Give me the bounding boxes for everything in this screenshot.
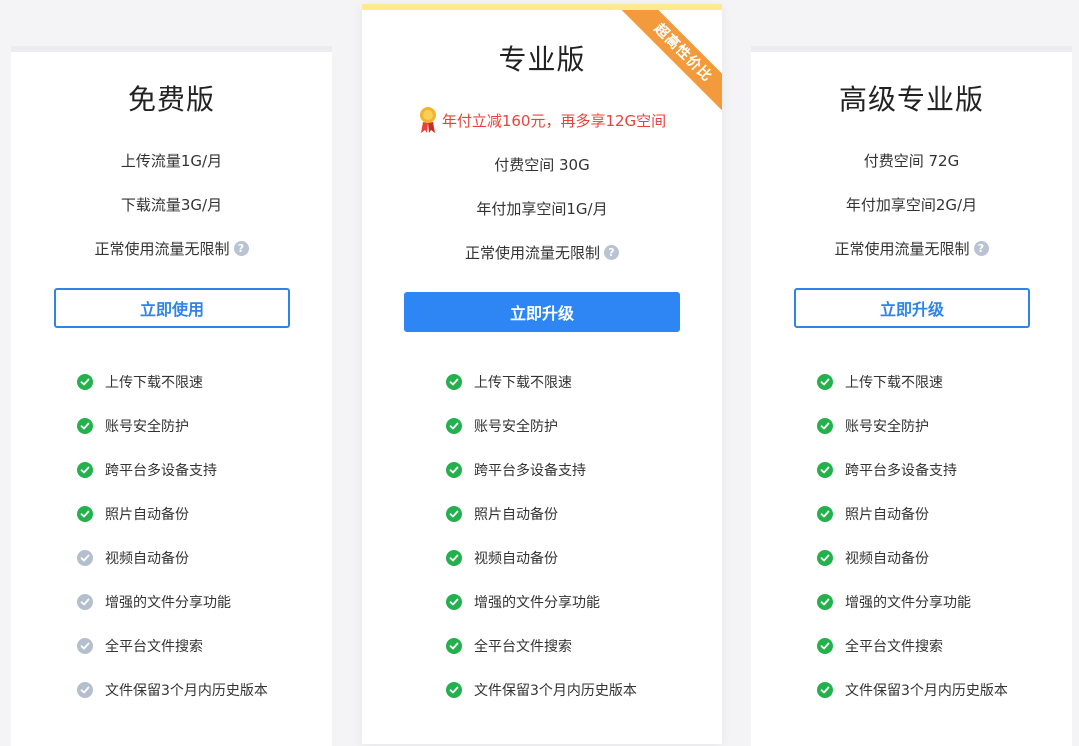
check-circle-icon [446, 418, 462, 434]
feature-item: 跨平台多设备支持 [817, 460, 957, 480]
feature-label: 上传下载不限速 [474, 375, 572, 391]
check-circle-icon [446, 550, 462, 566]
feature-item: 上传下载不限速 [446, 372, 572, 392]
check-circle-icon [446, 506, 462, 522]
plan-unlimited-label: 正常使用流量无限制 [464, 244, 600, 262]
feature-label: 视频自动备份 [474, 551, 558, 567]
feature-label: 增强的文件分享功能 [105, 595, 231, 611]
plan-annual-bonus: 年付加享空间1G/月 [476, 200, 608, 218]
feature-label: 照片自动备份 [845, 507, 929, 523]
feature-label: 照片自动备份 [105, 507, 189, 523]
feature-item: 视频自动备份 [77, 548, 189, 568]
feature-item: 全平台文件搜索 [817, 636, 943, 656]
help-icon[interactable]: ? [604, 245, 619, 260]
plan-title: 高级专业版 [838, 83, 984, 116]
check-circle-disabled-icon [77, 682, 93, 698]
plan-upload-quota: 上传流量1G/月 [120, 152, 223, 170]
feature-item: 增强的文件分享功能 [446, 592, 600, 612]
feature-label: 全平台文件搜索 [845, 639, 943, 655]
feature-label: 增强的文件分享功能 [845, 595, 971, 611]
plan-card-free: 免费版 上传流量1G/月 下载流量3G/月 正常使用流量无限制? 立即使用 上传… [11, 46, 332, 746]
check-circle-icon [446, 374, 462, 390]
check-circle-icon [817, 594, 833, 610]
feature-label: 文件保留3个月内历史版本 [845, 683, 1008, 699]
plan-card-pro: 超高性价比 专业版 年付立减160元，再多享12G空间 付费空间 30G 年付加… [362, 4, 722, 744]
feature-item: 文件保留3个月内历史版本 [77, 680, 268, 700]
feature-item: 增强的文件分享功能 [77, 592, 231, 612]
check-circle-icon [446, 594, 462, 610]
check-circle-icon [77, 462, 93, 478]
promo-text: 年付立减160元，再多享12G空间 [441, 111, 667, 130]
medal-icon [419, 107, 436, 133]
check-circle-icon [446, 638, 462, 654]
feature-label: 账号安全防护 [474, 419, 558, 435]
check-circle-icon [77, 418, 93, 434]
plan-title: 免费版 [127, 83, 215, 116]
check-circle-icon [817, 682, 833, 698]
check-circle-icon [817, 462, 833, 478]
plan-unlimited-label: 正常使用流量无限制 [834, 240, 970, 258]
plan-unlimited-usage: 正常使用流量无限制? [362, 242, 722, 263]
check-circle-icon [817, 418, 833, 434]
feature-label: 增强的文件分享功能 [474, 595, 600, 611]
feature-item: 照片自动备份 [77, 504, 189, 524]
check-circle-icon [817, 550, 833, 566]
check-circle-icon [77, 374, 93, 390]
plan-card-premium: 高级专业版 付费空间 72G 年付加享空间2G/月 正常使用流量无限制? 立即升… [751, 46, 1072, 746]
feature-label: 跨平台多设备支持 [474, 463, 586, 479]
feature-label: 上传下载不限速 [845, 375, 943, 391]
plan-annual-bonus: 年付加享空间2G/月 [845, 196, 978, 214]
check-circle-icon [77, 506, 93, 522]
feature-item: 跨平台多设备支持 [77, 460, 217, 480]
check-circle-icon [817, 638, 833, 654]
feature-label: 视频自动备份 [845, 551, 929, 567]
feature-item: 上传下载不限速 [817, 372, 943, 392]
feature-item: 全平台文件搜索 [446, 636, 572, 656]
feature-item: 全平台文件搜索 [77, 636, 203, 656]
promo-banner: 年付立减160元，再多享12G空间 [362, 106, 722, 134]
feature-label: 账号安全防护 [105, 419, 189, 435]
check-circle-disabled-icon [77, 638, 93, 654]
feature-item: 增强的文件分享功能 [817, 592, 971, 612]
use-now-button[interactable]: 立即使用 [54, 288, 290, 328]
plan-unlimited-label: 正常使用流量无限制 [94, 240, 230, 258]
plan-paid-space: 付费空间 30G [494, 156, 590, 174]
feature-label: 文件保留3个月内历史版本 [105, 683, 268, 699]
help-icon[interactable]: ? [233, 241, 249, 256]
plan-paid-space: 付费空间 72G [863, 152, 960, 170]
check-circle-icon [817, 374, 833, 390]
feature-item: 跨平台多设备支持 [446, 460, 586, 480]
plan-unlimited-usage: 正常使用流量无限制? [11, 238, 332, 259]
feature-item: 照片自动备份 [817, 504, 929, 524]
check-circle-icon [446, 682, 462, 698]
feature-label: 跨平台多设备支持 [105, 463, 217, 479]
feature-label: 全平台文件搜索 [474, 639, 572, 655]
help-icon[interactable]: ? [973, 241, 989, 256]
feature-item: 上传下载不限速 [77, 372, 203, 392]
feature-item: 视频自动备份 [446, 548, 558, 568]
plan-title: 专业版 [498, 43, 586, 76]
feature-item: 视频自动备份 [817, 548, 929, 568]
plan-unlimited-usage: 正常使用流量无限制? [751, 238, 1072, 259]
feature-label: 文件保留3个月内历史版本 [474, 683, 637, 699]
check-circle-disabled-icon [77, 594, 93, 610]
feature-label: 账号安全防护 [845, 419, 929, 435]
feature-label: 上传下载不限速 [105, 375, 203, 391]
feature-item: 账号安全防护 [77, 416, 189, 436]
plan-download-quota: 下载流量3G/月 [120, 196, 223, 214]
feature-item: 文件保留3个月内历史版本 [817, 680, 1008, 700]
feature-label: 视频自动备份 [105, 551, 189, 567]
feature-item: 账号安全防护 [817, 416, 929, 436]
feature-item: 文件保留3个月内历史版本 [446, 680, 637, 700]
feature-item: 照片自动备份 [446, 504, 558, 524]
feature-item: 账号安全防护 [446, 416, 558, 436]
feature-label: 全平台文件搜索 [105, 639, 203, 655]
check-circle-disabled-icon [77, 550, 93, 566]
upgrade-now-button[interactable]: 立即升级 [404, 292, 680, 332]
check-circle-icon [817, 506, 833, 522]
upgrade-now-button[interactable]: 立即升级 [794, 288, 1030, 328]
feature-label: 跨平台多设备支持 [845, 463, 957, 479]
check-circle-icon [446, 462, 462, 478]
feature-label: 照片自动备份 [474, 507, 558, 523]
